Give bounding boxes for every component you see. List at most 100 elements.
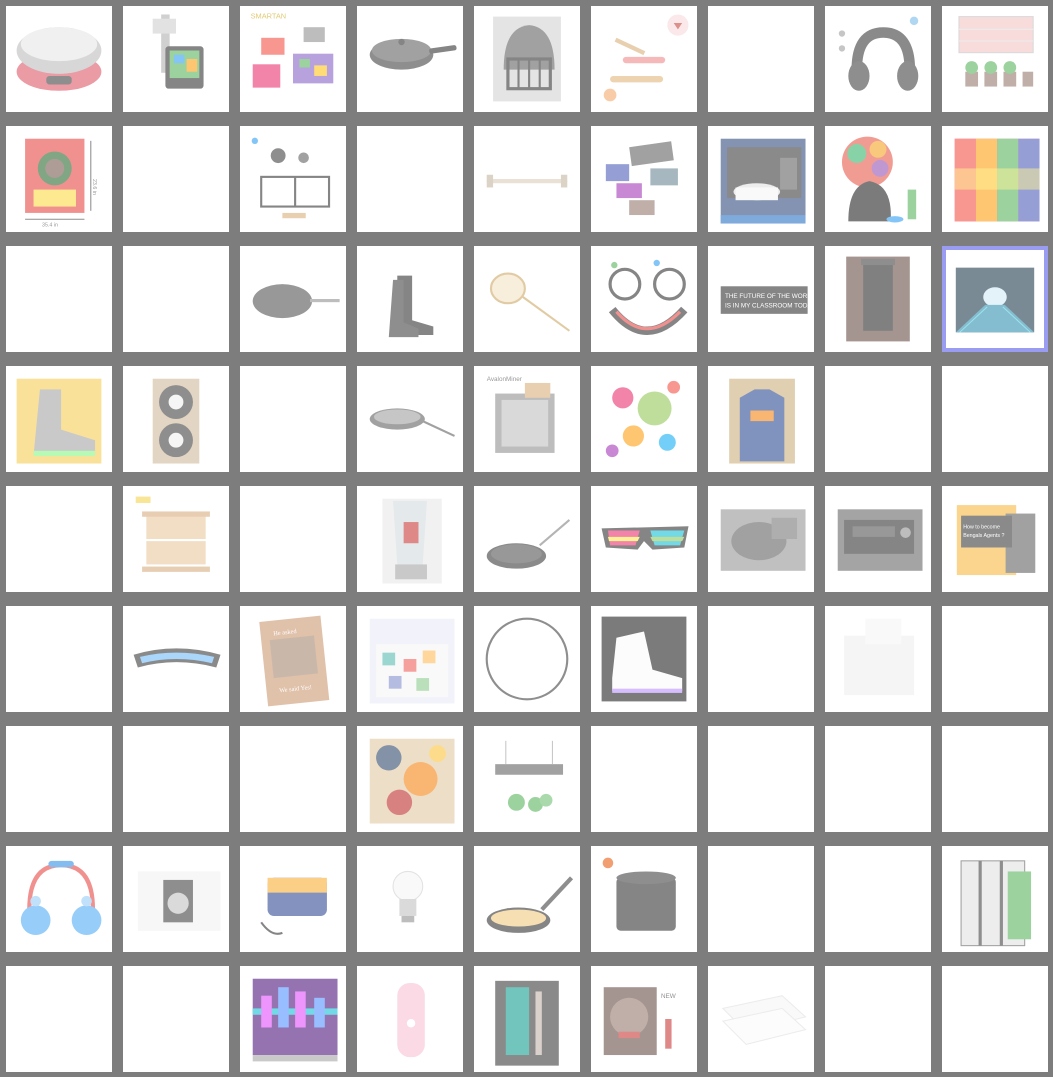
image-tile-weather-station[interactable] [123, 6, 229, 112]
garden-tool-box-image [474, 966, 580, 1072]
image-tile-kids-craft-kit[interactable]: SMARTAN [240, 6, 346, 112]
image-tile-round-mirror[interactable] [474, 606, 580, 712]
image-tile-crepe-pan-2[interactable] [474, 486, 580, 592]
image-tile-cartoon-collage[interactable] [591, 366, 697, 472]
blue-hoodie-image [708, 366, 814, 472]
empty-tile[interactable] [942, 966, 1048, 1072]
image-tile-led-sneaker[interactable] [591, 606, 697, 712]
afro-woman-poster-image [825, 126, 931, 232]
sewing-case-image [240, 846, 346, 952]
image-tile-trash-can[interactable] [825, 246, 931, 352]
image-tile-classroom-sign[interactable]: THE FUTURE OF THE WORLD IS IN MY CLASSROO… [708, 246, 814, 352]
grid-row [0, 846, 1053, 952]
empty-tile[interactable] [825, 726, 931, 832]
empty-tile[interactable] [240, 366, 346, 472]
empty-tile[interactable] [825, 846, 931, 952]
image-tile-white-sheets[interactable] [708, 966, 814, 1072]
svg-text:SMARTAN: SMARTAN [251, 12, 287, 21]
image-tile-frying-pan[interactable] [357, 6, 463, 112]
image-tile-photo-frame[interactable]: He asked We said Yes! [240, 606, 346, 712]
image-tile-gearbox-part[interactable] [708, 486, 814, 592]
image-tile-color-samples[interactable] [591, 126, 697, 232]
empty-tile[interactable] [240, 486, 346, 592]
empty-tile[interactable] [942, 606, 1048, 712]
image-tile-grow-bag[interactable] [591, 846, 697, 952]
image-tile-crypto-miner[interactable]: AvalonMiner [474, 366, 580, 472]
empty-tile[interactable] [708, 726, 814, 832]
image-tile-neck-fan[interactable] [591, 246, 697, 352]
towel-bar-image [474, 126, 580, 232]
image-tile-lipstick-ad[interactable]: NEW [591, 966, 697, 1072]
image-tile-rainbow-cube-tapestry[interactable] [942, 126, 1048, 232]
image-tile-sewing-machine-parts[interactable] [240, 126, 346, 232]
empty-tile[interactable] [6, 606, 112, 712]
empty-tile[interactable] [6, 966, 112, 1072]
empty-tile[interactable] [123, 246, 229, 352]
color-samples-image [591, 126, 697, 232]
image-tile-face-mister[interactable] [357, 966, 463, 1072]
image-tile-pastry-tools[interactable] [591, 6, 697, 112]
image-tile-wrap-sunglasses[interactable] [123, 606, 229, 712]
empty-tile[interactable] [708, 6, 814, 112]
photo-frame-image: He asked We said Yes! [240, 606, 346, 712]
image-tile-blender[interactable] [357, 486, 463, 592]
svg-text:23.6 in: 23.6 in [91, 179, 97, 195]
empty-tile[interactable] [123, 726, 229, 832]
image-tile-abstract-shower-curtain[interactable] [357, 726, 463, 832]
image-tile-tea-strainer[interactable] [474, 246, 580, 352]
image-tile-wooden-beehive[interactable] [123, 486, 229, 592]
image-tile-trailer-tires[interactable] [123, 366, 229, 472]
round-pan-image [357, 366, 463, 472]
image-tile-kids-headphones[interactable] [6, 846, 112, 952]
kids-craft-kit-image: SMARTAN [240, 6, 346, 112]
image-tile-black-boots[interactable] [357, 246, 463, 352]
image-tile-pizza-pan[interactable] [474, 846, 580, 952]
empty-tile[interactable] [825, 366, 931, 472]
empty-tile[interactable] [6, 726, 112, 832]
grid-row: SMARTAN [0, 6, 1053, 112]
image-tile-round-pan[interactable] [357, 366, 463, 472]
light-up-sneaker-image [6, 366, 112, 472]
image-tile-afro-woman-poster[interactable] [825, 126, 931, 232]
image-tile-car-radio[interactable] [825, 486, 931, 592]
image-tile-robot-bedding[interactable] [357, 606, 463, 712]
empty-tile[interactable] [708, 846, 814, 952]
image-tile-white-pillow[interactable] [825, 606, 931, 712]
image-tile-bathroom-poster[interactable] [708, 126, 814, 232]
empty-tile[interactable] [123, 966, 229, 1072]
image-tile-neon-city-tapestry[interactable] [240, 966, 346, 1072]
empty-tile[interactable] [942, 366, 1048, 472]
image-tile-light-up-sneaker[interactable] [6, 366, 112, 472]
blender-image [357, 486, 463, 592]
image-tile-led-bulb[interactable] [357, 846, 463, 952]
image-tile-sewing-case[interactable] [240, 846, 346, 952]
image-tile-coin-holder[interactable] [123, 846, 229, 952]
image-tile-yellow-machine[interactable]: How to become Bengals Agents ? [942, 486, 1048, 592]
empty-tile[interactable] [825, 966, 931, 1072]
image-tile-crepe-pan[interactable] [240, 246, 346, 352]
empty-tile[interactable] [240, 726, 346, 832]
trash-can-image [825, 246, 931, 352]
image-tile-bob-marley-tapestry[interactable]: 23.6 in 35.4 in [6, 126, 112, 232]
image-tile-kitchen-scale[interactable] [6, 6, 112, 112]
empty-tile[interactable] [708, 606, 814, 712]
empty-tile[interactable] [6, 486, 112, 592]
image-tile-tunnel-backdrop[interactable] [942, 246, 1048, 352]
empty-tile[interactable] [123, 126, 229, 232]
image-tile-led-grow-light[interactable] [474, 726, 580, 832]
image-tile-towel-bar[interactable] [474, 126, 580, 232]
image-tile-lacrosse-helmet[interactable] [474, 6, 580, 112]
image-tile-rainbow-sunglasses[interactable] [591, 486, 697, 592]
image-tile-air-filter-box[interactable] [942, 846, 1048, 952]
image-tile-grow-light-panel[interactable] [942, 6, 1048, 112]
image-tile-blue-hoodie[interactable] [708, 366, 814, 472]
empty-tile[interactable] [591, 726, 697, 832]
image-tile-garden-tool-box[interactable] [474, 966, 580, 1072]
empty-tile[interactable] [942, 726, 1048, 832]
pastry-tools-image [591, 6, 697, 112]
empty-tile[interactable] [6, 246, 112, 352]
white-pillow-image [825, 606, 931, 712]
empty-tile[interactable] [357, 126, 463, 232]
abstract-shower-curtain-image [357, 726, 463, 832]
image-tile-neck-headphones[interactable] [825, 6, 931, 112]
